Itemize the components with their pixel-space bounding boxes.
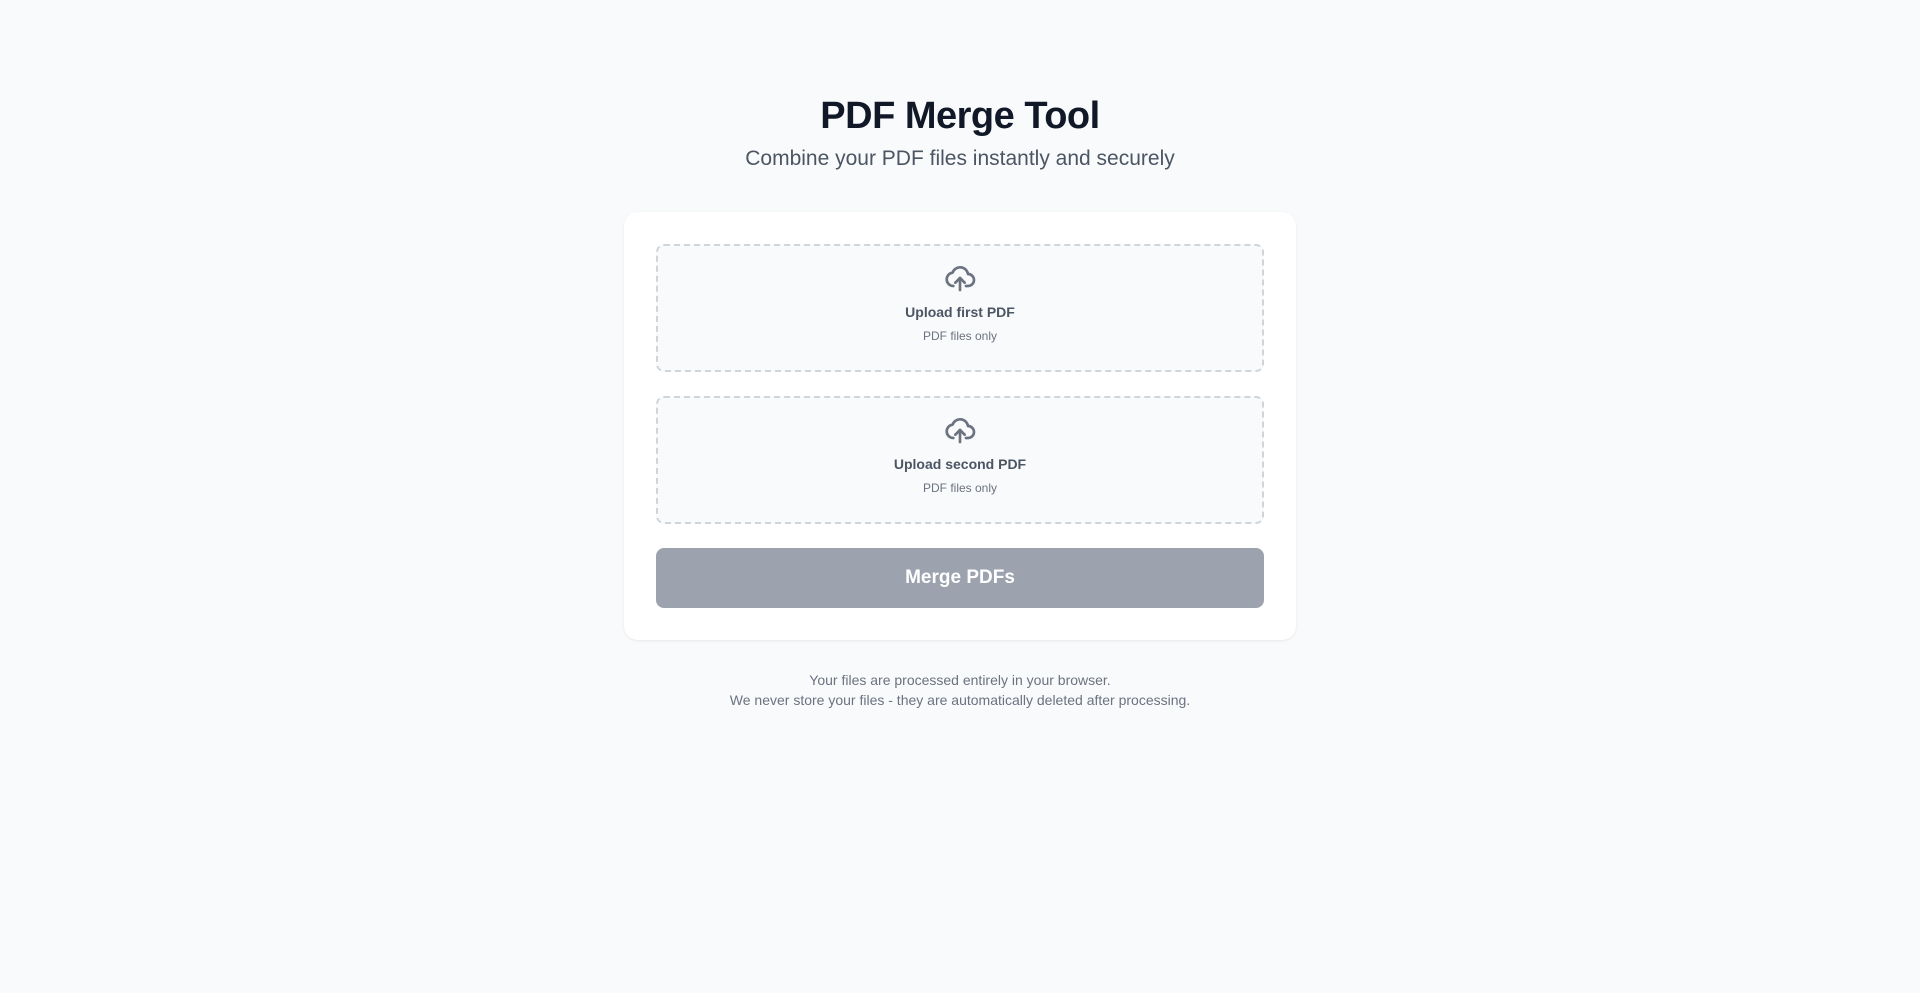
page-title: PDF Merge Tool (820, 95, 1100, 137)
upload-second-pdf-label: Upload second PDF (893, 456, 1027, 472)
page: PDF Merge Tool Combine your PDF files in… (0, 0, 1920, 993)
cloud-upload-icon (943, 262, 977, 294)
upload-first-pdf-hint: PDF files only (922, 329, 998, 343)
upload-first-pdf-dropzone[interactable]: Upload first PDF PDF files only (656, 244, 1264, 372)
privacy-note-line-1: Your files are processed entirely in you… (809, 672, 1111, 688)
page-subtitle: Combine your PDF files instantly and sec… (745, 147, 1175, 170)
merge-pdfs-button[interactable]: Merge PDFs (656, 548, 1264, 608)
privacy-note-line-2: We never store your files - they are aut… (729, 692, 1191, 708)
cloud-upload-icon (943, 414, 977, 446)
page-header: PDF Merge Tool Combine your PDF files in… (0, 92, 1920, 173)
privacy-note: Your files are processed entirely in you… (0, 670, 1920, 710)
upload-first-pdf-label: Upload first PDF (905, 304, 1015, 320)
merge-card: Upload first PDF PDF files only Upload s… (624, 212, 1296, 640)
upload-second-pdf-dropzone[interactable]: Upload second PDF PDF files only (656, 396, 1264, 524)
upload-second-pdf-hint: PDF files only (922, 481, 998, 495)
